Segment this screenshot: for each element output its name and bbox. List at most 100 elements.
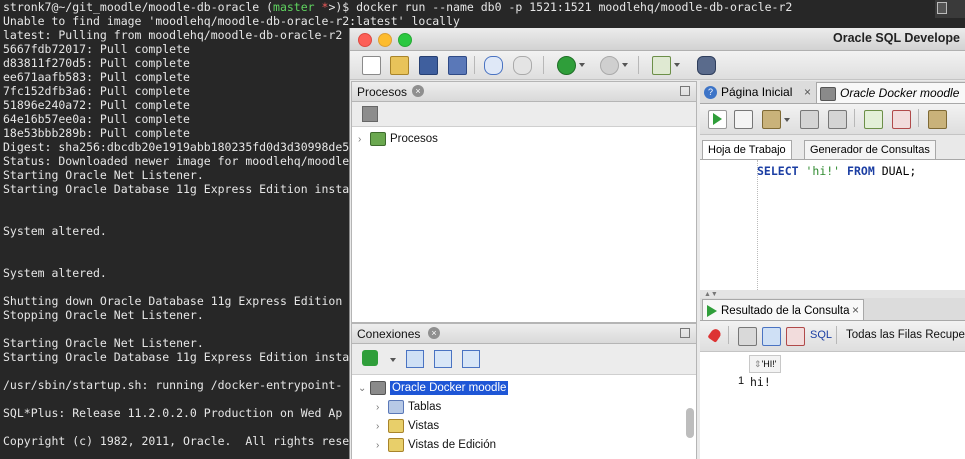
- terminal-text: SQL*Plus: Release 11.2.0.2.0 Production …: [3, 406, 343, 420]
- result-cell[interactable]: hi!: [750, 375, 771, 389]
- window-maximize-button[interactable]: [398, 33, 412, 47]
- close-icon[interactable]: ×: [804, 82, 811, 102]
- tree-item-procesos[interactable]: › Procesos: [358, 130, 438, 148]
- tab-label: Resultado de la Consulta: [721, 305, 850, 317]
- terminal-text: master: [273, 0, 315, 14]
- chevron-down-icon[interactable]: [579, 63, 585, 67]
- tree-item-vistas[interactable]: › Vistas: [376, 417, 439, 435]
- chevron-down-icon[interactable]: [622, 63, 628, 67]
- chevron-down-icon[interactable]: ⌄: [358, 380, 370, 398]
- window-close-button[interactable]: [358, 33, 372, 47]
- run-script-icon[interactable]: [734, 110, 753, 129]
- sort-icon: ⇕: [754, 359, 762, 369]
- terminal-text: 64e16b57ee0a: Pull complete: [3, 112, 190, 126]
- stop-icon[interactable]: [362, 106, 378, 122]
- chevron-down-icon[interactable]: [784, 118, 790, 122]
- chevron-right-icon[interactable]: ›: [358, 131, 370, 149]
- maximize-icon[interactable]: [680, 328, 690, 338]
- close-icon[interactable]: ×: [412, 85, 424, 97]
- terminal-text: Status: Downloaded newer image for moodl…: [3, 154, 350, 168]
- tree-item-vistas-edicion[interactable]: › Vistas de Edición: [376, 436, 496, 454]
- filter-icon[interactable]: [434, 350, 452, 368]
- terminal-text: System altered.: [3, 224, 107, 238]
- worksheet-toolbar: [700, 104, 965, 135]
- pin-icon[interactable]: [707, 327, 723, 343]
- play-icon: [713, 113, 722, 125]
- view-folder-icon: [388, 437, 404, 452]
- save-all-icon[interactable]: [448, 56, 467, 75]
- chevron-right-icon[interactable]: ›: [376, 399, 388, 417]
- close-icon[interactable]: ×: [852, 300, 859, 320]
- results-grid[interactable]: ⇕'HI!' 1 hi!: [700, 352, 965, 459]
- new-file-icon[interactable]: [362, 56, 381, 75]
- terminal-text: 51896e240a72: Pull complete: [3, 98, 190, 112]
- tab-label: Oracle Docker moodle: [840, 86, 960, 100]
- results-tab-bar: Resultado de la Consulta ×: [700, 298, 965, 321]
- connection-label: Oracle Docker moodle: [390, 381, 509, 395]
- tab-generador-consultas[interactable]: Generador de Consultas: [804, 140, 936, 160]
- back-icon[interactable]: [557, 56, 576, 75]
- save-icon[interactable]: [419, 56, 438, 75]
- sql-editor[interactable]: SELECT 'hi!' FROM DUAL;: [700, 159, 965, 290]
- terminal-text: stronk7@~/git_moodle/moodle-db-oracle (: [3, 0, 274, 14]
- table-folder-icon: [388, 399, 404, 414]
- collapse-arrows-icon[interactable]: ▲▼: [704, 291, 718, 298]
- close-icon[interactable]: ×: [428, 327, 440, 339]
- play-icon: [707, 304, 717, 317]
- toolbar-separator: [918, 109, 919, 127]
- terminal-text: *: [314, 0, 329, 14]
- binoculars-icon[interactable]: [697, 56, 716, 75]
- refresh-icon[interactable]: [406, 350, 424, 368]
- tab-pagina-inicial[interactable]: ? Página Inicial ×: [702, 82, 814, 102]
- explain-plan-icon[interactable]: [800, 110, 819, 129]
- chevron-right-icon[interactable]: ›: [376, 437, 388, 455]
- toolbar-separator: [728, 326, 729, 344]
- commit-check-icon[interactable]: [864, 110, 883, 129]
- terminal-scroll-indicator: [935, 0, 965, 18]
- results-toolbar: SQL Todas las Filas Recupe: [700, 321, 965, 352]
- chevron-down-icon[interactable]: [390, 358, 396, 362]
- chevron-down-icon[interactable]: [674, 63, 680, 67]
- tab-oracle-docker-moodle[interactable]: Oracle Docker moodle: [816, 82, 965, 103]
- conexiones-scrollbar[interactable]: [686, 408, 694, 438]
- tree-item-connection[interactable]: ⌄ Oracle Docker moodle: [358, 379, 509, 398]
- print-icon[interactable]: [738, 327, 757, 346]
- worksheet-subtabs: Hoja de Trabajo Generador de Consultas: [700, 140, 965, 160]
- terminal-text: Shutting down Oracle Database 11g Expres…: [3, 294, 343, 308]
- terminal-text: d83811f270d5: Pull complete: [3, 56, 190, 70]
- terminal-text: Unable to find image 'moodlehq/moodle-db…: [3, 14, 460, 28]
- tab-hoja-de-trabajo[interactable]: Hoja de Trabajo: [702, 140, 792, 159]
- cancel-query-icon[interactable]: [786, 327, 805, 346]
- process-icon: [370, 131, 386, 146]
- autotrace-icon[interactable]: [828, 110, 847, 129]
- column-header[interactable]: ⇕'HI!': [749, 355, 782, 373]
- tree-item-label: Tablas: [408, 401, 442, 413]
- window-minimize-button[interactable]: [378, 33, 392, 47]
- add-connection-icon[interactable]: [362, 350, 378, 366]
- sql-button[interactable]: SQL: [810, 329, 832, 341]
- maximize-icon[interactable]: [680, 86, 690, 96]
- run-statement-icon[interactable]: [708, 110, 727, 129]
- terminal-line: Unable to find image 'moodlehq/moodle-db…: [3, 14, 965, 28]
- commit-icon[interactable]: [762, 110, 781, 129]
- terminal-text: Digest: sha256:dbcdb20e1919abb180235fd0d…: [3, 140, 350, 154]
- sql-worksheet-icon[interactable]: [652, 56, 671, 75]
- forward-icon[interactable]: [600, 56, 619, 75]
- redo-icon[interactable]: [513, 56, 532, 75]
- schema-browser-icon[interactable]: [462, 350, 480, 368]
- undo-icon[interactable]: [484, 56, 503, 75]
- chevron-right-icon[interactable]: ›: [376, 418, 388, 436]
- rollback-icon[interactable]: [892, 110, 911, 129]
- sql-tuning-icon[interactable]: [928, 110, 947, 129]
- open-folder-icon[interactable]: [390, 56, 409, 75]
- tree-item-tablas[interactable]: › Tablas: [376, 398, 441, 416]
- terminal-line: stronk7@~/git_moodle/moodle-db-oracle (m…: [3, 0, 965, 14]
- database-icon: [370, 380, 386, 395]
- column-header-label: 'HI!': [761, 359, 777, 369]
- editor-results-splitter[interactable]: ▲▼: [700, 290, 965, 298]
- tab-resultado-consulta[interactable]: Resultado de la Consulta ×: [702, 299, 864, 320]
- sql-worksheet-icon: [820, 86, 836, 101]
- terminal-text: Starting Oracle Net Listener.: [3, 336, 204, 350]
- procesos-pane-header: Procesos ×: [352, 82, 696, 102]
- refresh-icon[interactable]: [762, 327, 781, 346]
